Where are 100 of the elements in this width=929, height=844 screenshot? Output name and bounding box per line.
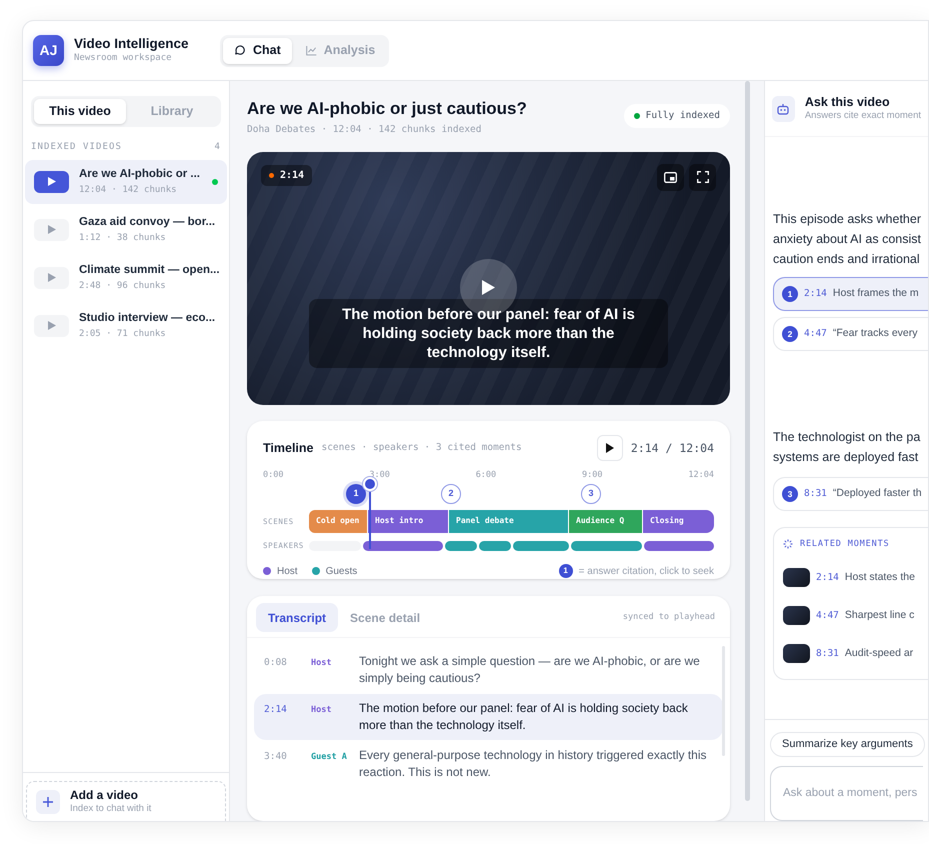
transcript-row[interactable]: 0:08 Host Tonight we ask a simple question — are we AI-phobic, or are we simply being cautious? (254, 647, 723, 694)
loading-spinner-icon (783, 539, 793, 550)
citation-marker[interactable]: 2 (441, 484, 461, 504)
axis-tick: 6:00 (476, 469, 496, 482)
video-meta: 2:48 · 96 chunks (79, 280, 167, 292)
timeline-summary: scenes · speakers · 3 cited moments (321, 441, 522, 456)
chat-title: Ask this video (804, 94, 891, 110)
video-title: Climate summit — open... (79, 263, 218, 278)
suggestion-chip[interactable]: Summarize key arguments (770, 732, 925, 757)
video-thumbnail (783, 644, 810, 664)
view-tab[interactable]: Chat (223, 38, 292, 64)
axis-tick: 12:04 (688, 469, 714, 482)
transcript-text: The motion before our panel: fear of AI is holding society back more than the technology itself. (359, 700, 689, 734)
play-icon (48, 273, 56, 282)
citation-quote: “Deployed faster th (832, 486, 922, 502)
moment-time: 2:14 (816, 570, 839, 585)
picture-in-picture-button[interactable] (657, 164, 684, 190)
related-moment[interactable]: 4:47 Sharpest line c (783, 596, 928, 635)
citation-quote: Host frames the m (832, 286, 919, 302)
video-meta: 2:05 · 71 chunks (79, 328, 167, 340)
legend-hint: = answer citation, click to seek (578, 564, 714, 579)
legend-label: Host (277, 564, 298, 579)
fullscreen-button[interactable] (689, 164, 716, 190)
moment-text: Host states the (844, 570, 915, 585)
timestamp: 3:40 (264, 750, 288, 764)
transcript-row[interactable]: 2:14 Host The motion before our panel: fear of AI is holding society back more than the technology itself. (254, 694, 723, 740)
citation-card[interactable]: 1 2:14 Host frames the m (773, 277, 928, 311)
legend-label: Guests (326, 564, 358, 579)
video-details: Doha Debates · 12:04 · 142 chunks indexed (247, 123, 482, 138)
citation-marker: 1 (558, 564, 573, 578)
play-icon (48, 177, 56, 186)
speaker-label: Host (311, 704, 332, 718)
workspace-label: Newsroom workspace (74, 53, 173, 65)
speaker-segment (513, 540, 569, 551)
transcript-row[interactable]: 3:40 Guest A Every general-purpose technology in history triggered exactly this reaction. This is not new. (254, 741, 723, 788)
video-list-item[interactable]: Studio interview — eco... 2:05 · 71 chunks (25, 304, 227, 348)
speaker-label: Host (311, 657, 332, 670)
video-meta: 1:12 · 38 chunks (79, 232, 167, 244)
citation-card[interactable]: 2 4:47 “Fear tracks every (773, 317, 928, 351)
citation-time: 8:31 (804, 486, 827, 501)
timeline-title: Timeline (263, 440, 314, 457)
video-heading: Are we AI-phobic or just cautious? (247, 98, 527, 120)
question-input[interactable]: Ask about a moment, pers (770, 766, 923, 821)
add-video-button[interactable]: Add a video Index to chat with it (26, 781, 226, 821)
timestamp: 0:08 (264, 656, 288, 670)
citation-card[interactable]: 3 8:31 “Deployed faster th (773, 477, 928, 511)
video-list-item[interactable]: Gaza aid convoy — bor... 1:12 · 38 chunks (25, 208, 227, 252)
video-title: Studio interview — eco... (79, 311, 216, 326)
video-thumbnail (783, 568, 810, 588)
source-tab[interactable]: This video (34, 99, 126, 124)
play-icon (482, 280, 495, 294)
related-title: RELATED MOMENTS (800, 538, 890, 551)
speaker-segment (644, 540, 714, 551)
play-icon (48, 225, 56, 234)
speaker-label: Guest A (311, 751, 348, 764)
video-list-item[interactable]: Climate summit — open... 2:48 · 96 chunks (25, 256, 227, 300)
axis-tick: 3:00 (369, 469, 390, 482)
citation-number: 3 (782, 486, 798, 502)
answer-paragraph: This episode asks whether anxiety about AI as consist caution ends and irrational (773, 211, 922, 268)
related-moment[interactable]: 8:31 Audit-speed ar (783, 634, 928, 673)
answer-paragraph: The technologist on the pa systems are deployed fast (773, 429, 922, 466)
citation-time: 2:14 (804, 286, 827, 301)
transcript-text: Every general-purpose technology in history triggered exactly this reaction. This is not new. (359, 747, 708, 782)
moment-text: Audit-speed ar (844, 646, 914, 661)
play-button[interactable] (596, 435, 623, 462)
app-title: Video Intelligence (74, 36, 190, 53)
citation-quote: “Fear tracks every (832, 326, 918, 342)
citation-time: 4:47 (804, 326, 827, 341)
moment-text: Sharpest line c (844, 608, 914, 623)
sync-note: synced to playhead (622, 611, 716, 624)
citation-number: 2 (782, 326, 798, 342)
plus-icon (43, 796, 53, 806)
axis-tick: 9:00 (582, 469, 603, 482)
timestamp: 2:14 (264, 703, 288, 718)
moment-time: 4:47 (816, 608, 839, 623)
playback-time: 2:14 / 12:04 (630, 440, 714, 457)
video-title: Gaza aid convoy — bor... (79, 215, 216, 230)
citation-marker[interactable]: 3 (581, 484, 601, 504)
scene-segment[interactable]: Closing (643, 510, 714, 533)
chat-bubble-icon (234, 44, 247, 57)
line-chart-icon (304, 44, 318, 57)
transcript-tab[interactable]: Transcript (256, 603, 338, 632)
speaker-segment (445, 540, 477, 551)
play-icon (606, 443, 614, 454)
speaker-segment (479, 540, 511, 551)
index-status-badge: Fully indexed (624, 104, 730, 128)
scene-segment[interactable]: Host intro (368, 510, 448, 533)
section-title: INDEXED VIDEOS (31, 141, 122, 154)
citation-number: 1 (782, 286, 798, 302)
axis-tick: 0:00 (263, 469, 284, 482)
related-moment[interactable]: 2:14 Host states the (783, 558, 928, 597)
chat-subtitle: Answers cite exact moment (804, 110, 921, 122)
citation-marker[interactable]: 1 (346, 484, 366, 504)
video-title: Are we AI-phobic or ... (79, 167, 201, 182)
robot-icon (777, 102, 790, 114)
video-list-item[interactable]: Are we AI-phobic or ... 12:04 · 142 chunks (25, 160, 227, 204)
timestamp-chip: 2:14 (261, 164, 312, 186)
fullscreen-icon (696, 171, 708, 183)
video-count: 4 (214, 141, 221, 154)
transcript-text: Tonight we ask a simple question — are we AI-phobic, or are we simply being cautious? (359, 653, 701, 688)
